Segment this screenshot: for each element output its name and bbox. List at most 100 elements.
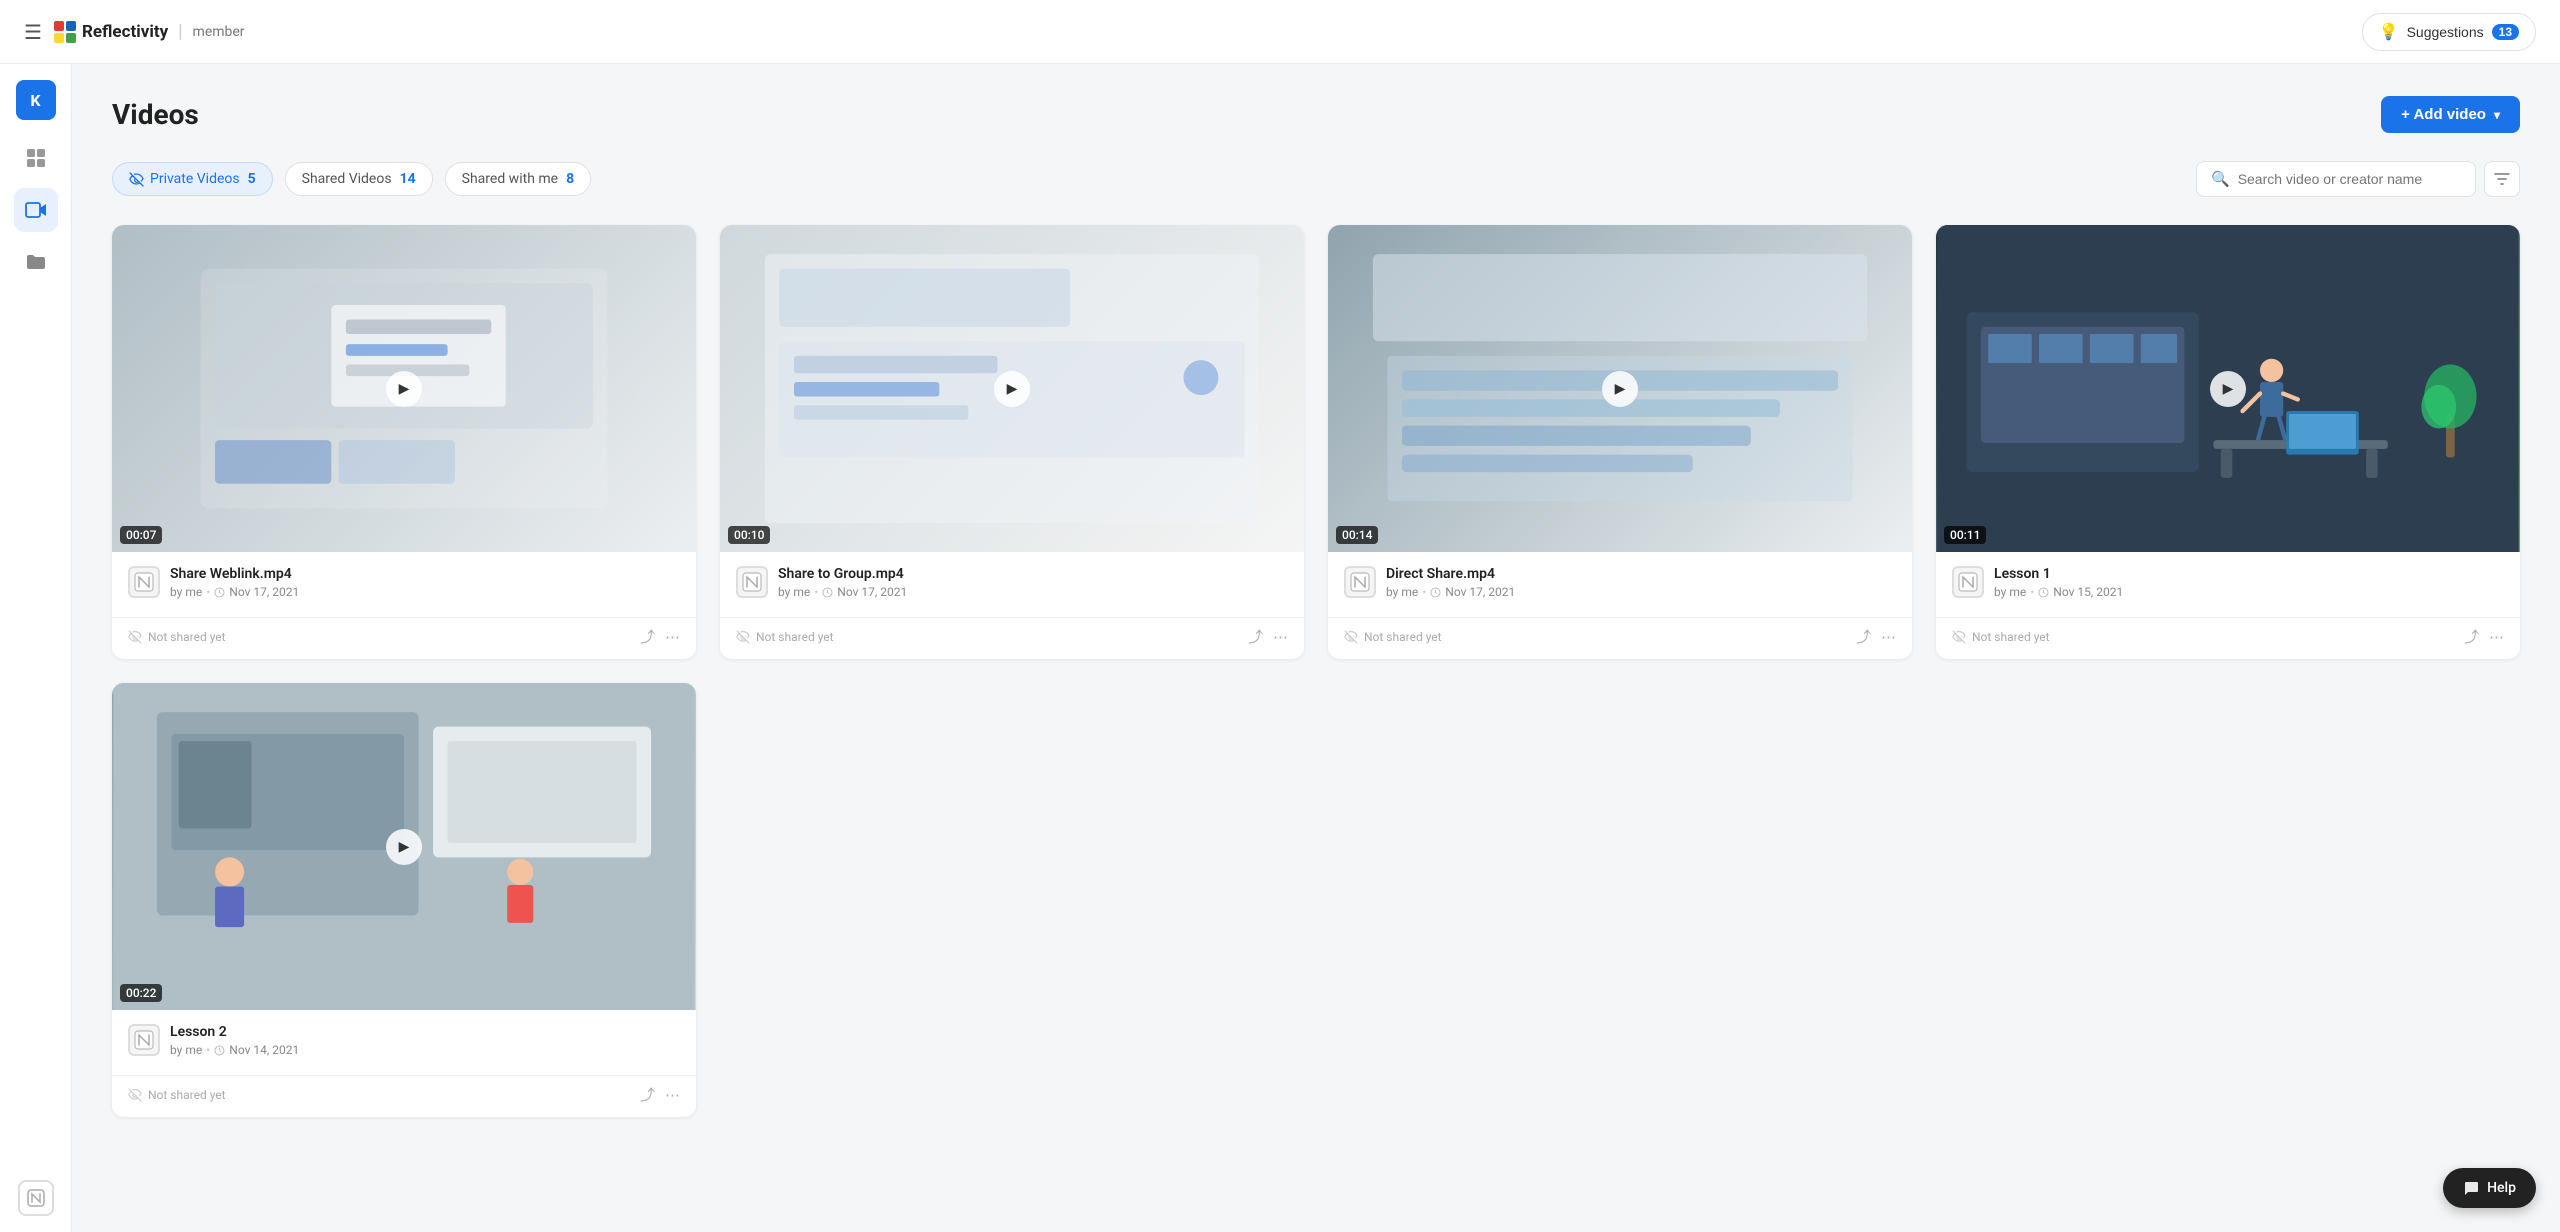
video-meta-row-5: Lesson 2 by me • Nov 14, 2021 <box>128 1024 680 1057</box>
share-status-3: Not shared yet <box>1364 630 1442 644</box>
video-card-5: ▶ 00:22 Lesson 2 <box>112 683 696 1117</box>
suggestions-button[interactable]: 💡 Suggestions 13 <box>2362 13 2536 51</box>
logo-area: Reflectivity | member <box>54 21 245 43</box>
play-button-5[interactable]: ▶ <box>386 829 422 865</box>
n-logo-icon <box>134 572 154 592</box>
video-date-3: Nov 17, 2021 <box>1445 585 1515 599</box>
more-icon-1[interactable]: ⋯ <box>665 628 680 646</box>
video-thumbnail-4[interactable]: ▶ 00:11 <box>1936 225 2520 552</box>
clock-icon-3 <box>1430 587 1441 598</box>
search-box: 🔍 <box>2196 161 2476 197</box>
video-meta-row-4: Lesson 1 by me • Nov 15, 2021 <box>1952 566 2504 599</box>
search-icon: 🔍 <box>2211 170 2230 188</box>
video-info-2: Share to Group.mp4 by me • Nov 17, 2021 <box>720 552 1304 609</box>
share-icon-5[interactable]: ⤴ <box>640 1084 655 1105</box>
divider: | <box>178 21 182 42</box>
video-thumbnail-3[interactable]: ▶ 00:14 <box>1328 225 1912 552</box>
page-header: Videos + Add video ▾ <box>112 96 2520 133</box>
add-video-button[interactable]: + Add video ▾ <box>2381 96 2520 133</box>
video-creator-5: by me <box>170 1043 202 1057</box>
tab-shared-with-me[interactable]: Shared with me 8 <box>445 162 591 196</box>
video-thumbnail-1[interactable]: ▶ 00:07 <box>112 225 696 552</box>
video-actions-4: Not shared yet ⤴ ⋯ <box>1936 617 2520 659</box>
more-icon-2[interactable]: ⋯ <box>1273 628 1288 646</box>
video-sub-1: by me • Nov 17, 2021 <box>170 585 680 599</box>
filter-button[interactable] <box>2484 161 2520 197</box>
tab-shared-count: 14 <box>400 171 416 187</box>
tab-private-videos[interactable]: Private Videos 5 <box>112 162 273 196</box>
video-card-2: ▶ 00:10 Share to Group.mp4 <box>720 225 1304 659</box>
more-icon-5[interactable]: ⋯ <box>665 1086 680 1104</box>
video-creator-2: by me <box>778 585 810 599</box>
sidebar-item-folders[interactable] <box>14 240 58 284</box>
eye-off-small-icon-5 <box>128 1088 142 1102</box>
chat-icon <box>2463 1180 2479 1196</box>
hamburger-icon[interactable]: ☰ <box>24 20 42 44</box>
suggestions-count: 13 <box>2492 24 2519 40</box>
video-sub-2: by me • Nov 17, 2021 <box>778 585 1288 599</box>
video-title-block-3: Direct Share.mp4 by me • Nov 17, 2021 <box>1386 566 1896 599</box>
tab-shared-with-me-count: 8 <box>566 171 574 187</box>
n-icon <box>26 1188 46 1208</box>
clock-icon-2 <box>822 587 833 598</box>
share-status-2: Not shared yet <box>756 630 834 644</box>
video-info-4: Lesson 1 by me • Nov 15, 2021 <box>1936 552 2520 609</box>
video-card-3: ▶ 00:14 Direct Share.mp4 <box>1328 225 1912 659</box>
video-duration-2: 00:10 <box>728 526 770 544</box>
video-title-5: Lesson 2 <box>170 1024 680 1040</box>
logo-sq-yellow <box>54 33 64 43</box>
clock-icon-5 <box>214 1045 225 1056</box>
play-button-3[interactable]: ▶ <box>1602 371 1638 407</box>
video-title-4: Lesson 1 <box>1994 566 2504 582</box>
video-action-icons-2: ⤴ ⋯ <box>1248 626 1288 647</box>
sidebar-avatar[interactable]: K <box>16 80 56 120</box>
video-info-1: Share Weblink.mp4 by me • Nov 17, 2021 <box>112 552 696 609</box>
navbar-left: ☰ Reflectivity | member <box>24 20 245 44</box>
tab-shared-videos[interactable]: Shared Videos 14 <box>285 162 433 196</box>
sidebar: K <box>0 64 72 1232</box>
filter-bar: Private Videos 5 Shared Videos 14 Shared… <box>112 161 2520 197</box>
not-shared-4: Not shared yet <box>1952 630 2050 644</box>
creator-avatar-5 <box>128 1024 160 1056</box>
video-date-1: Nov 17, 2021 <box>229 585 299 599</box>
video-meta-row-1: Share Weblink.mp4 by me • Nov 17, 2021 <box>128 566 680 599</box>
eye-off-icon <box>129 172 144 187</box>
video-creator-3: by me <box>1386 585 1418 599</box>
main-layout: K <box>0 64 2560 1232</box>
video-action-icons-4: ⤴ ⋯ <box>2464 626 2504 647</box>
suggestions-label: Suggestions <box>2407 24 2484 40</box>
share-icon-3[interactable]: ⤴ <box>1856 626 1871 647</box>
sidebar-item-videos[interactable] <box>14 188 58 232</box>
share-icon-2[interactable]: ⤴ <box>1248 626 1263 647</box>
share-status-1: Not shared yet <box>148 630 226 644</box>
video-title-3: Direct Share.mp4 <box>1386 566 1896 582</box>
share-icon-4[interactable]: ⤴ <box>2464 626 2479 647</box>
video-thumbnail-5[interactable]: ▶ 00:22 <box>112 683 696 1010</box>
tab-shared-label: Shared Videos <box>302 171 392 187</box>
sidebar-logo-small[interactable] <box>18 1180 54 1216</box>
add-video-label: + Add video <box>2401 106 2486 123</box>
video-info-5: Lesson 2 by me • Nov 14, 2021 <box>112 1010 696 1067</box>
video-thumbnail-2[interactable]: ▶ 00:10 <box>720 225 1304 552</box>
clock-icon-4 <box>2038 587 2049 598</box>
video-title-block-1: Share Weblink.mp4 by me • Nov 17, 2021 <box>170 566 680 599</box>
play-button-4[interactable]: ▶ <box>2210 371 2246 407</box>
share-status-5: Not shared yet <box>148 1088 226 1102</box>
sidebar-bottom <box>18 1180 54 1216</box>
help-button[interactable]: Help <box>2443 1168 2536 1208</box>
creator-avatar-1 <box>128 566 160 598</box>
sidebar-item-dashboard[interactable] <box>14 136 58 180</box>
more-icon-4[interactable]: ⋯ <box>2489 628 2504 646</box>
eye-off-small-icon <box>128 630 142 644</box>
help-label: Help <box>2487 1180 2516 1196</box>
search-area: 🔍 <box>2196 161 2520 197</box>
video-duration-4: 00:11 <box>1944 526 1986 544</box>
video-creator-1: by me <box>170 585 202 599</box>
logo-icon <box>54 21 76 43</box>
video-action-icons-5: ⤴ ⋯ <box>640 1084 680 1105</box>
search-input[interactable] <box>2238 171 2461 187</box>
more-icon-3[interactable]: ⋯ <box>1881 628 1896 646</box>
play-button-1[interactable]: ▶ <box>386 371 422 407</box>
share-icon-1[interactable]: ⤴ <box>640 626 655 647</box>
play-button-2[interactable]: ▶ <box>994 371 1030 407</box>
